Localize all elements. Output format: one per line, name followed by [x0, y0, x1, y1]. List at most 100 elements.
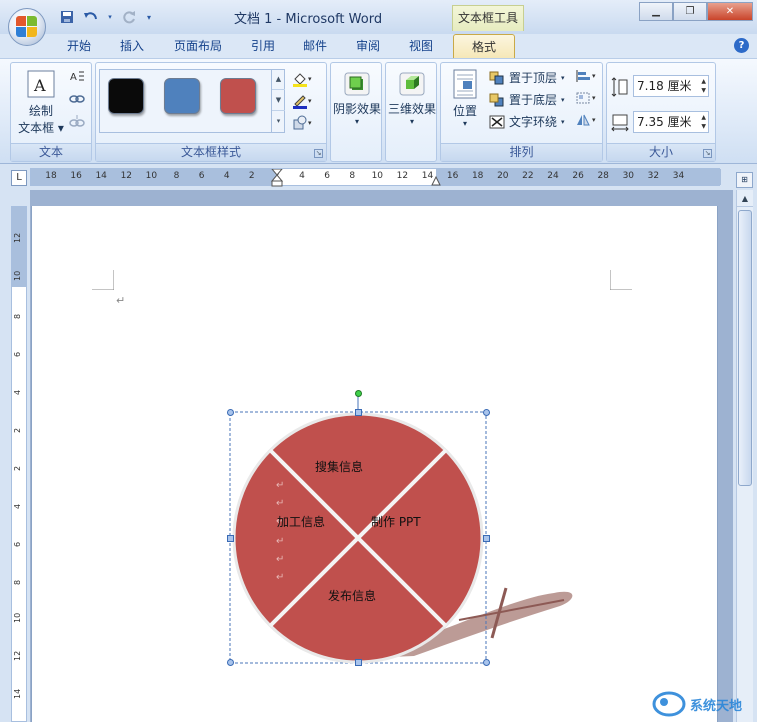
shape-height-value: 7.18 厘米	[637, 79, 692, 93]
undo-icon[interactable]	[82, 8, 100, 26]
svg-text:▾: ▾	[592, 72, 596, 80]
gallery-down-icon[interactable]: ▼	[272, 90, 285, 111]
vertical-scrollbar[interactable]: ▲	[736, 190, 753, 722]
textbox-styles-launcher-icon[interactable]: ↘	[314, 149, 323, 158]
textbox-styles-group: ▲ ▼ ▾ ▾ ▾ ▾ 文本框样式 ↘	[95, 62, 327, 162]
diagram-label-bottom[interactable]: 发布信息	[328, 587, 376, 604]
diagram-label-left[interactable]: 加工信息	[277, 513, 325, 530]
ruler-tick-label: 10	[145, 171, 158, 181]
3d-effects-group: 三维效果 ▾	[385, 62, 437, 162]
indent-marker-icon[interactable]	[271, 169, 283, 187]
shadow-effects-dropdown-icon: ▾	[354, 117, 359, 126]
position-button[interactable]: 位置 ▾	[445, 69, 485, 128]
shape-fill-button[interactable]: ▾	[292, 71, 314, 87]
group-button[interactable]: ▾	[575, 91, 599, 105]
3d-effects-button[interactable]: 三维效果 ▾	[386, 71, 438, 126]
undo-dropdown-icon[interactable]: ▾	[106, 8, 114, 26]
style-swatch-blue[interactable]	[164, 78, 200, 114]
shadow-effects-button[interactable]: 阴影效果 ▾	[331, 71, 383, 126]
tab-review[interactable]: 审阅	[356, 37, 380, 54]
ruler-tick-label: 28	[597, 171, 609, 181]
rotate-button[interactable]: ▾	[575, 113, 599, 127]
arrange-group-label: 排列	[441, 143, 602, 161]
size-launcher-icon[interactable]: ↘	[703, 149, 712, 158]
vertical-ruler[interactable]: 12 10 8 6 4 2 2 4 6 8 10 12 14	[11, 206, 27, 722]
size-group: 7.18 厘米 ▲ ▼ 7.35 厘米 ▲ ▼ 大小 ↘	[606, 62, 716, 162]
create-link-button[interactable]	[69, 93, 85, 105]
resize-handle-bottom-right[interactable]	[483, 659, 490, 666]
height-spinner-icon[interactable]: ▲ ▼	[701, 77, 706, 95]
textbox-tools-title: 文本框工具	[452, 5, 524, 31]
tab-home[interactable]: 开始	[67, 37, 91, 54]
help-icon[interactable]: ?	[734, 38, 749, 53]
diagram-paragraph-mark-5: ↵	[276, 554, 284, 565]
bring-to-front-button[interactable]: 置于顶层 ▾	[489, 69, 565, 86]
save-icon[interactable]	[58, 8, 76, 26]
scroll-up-icon[interactable]: ▲	[737, 190, 753, 207]
resize-handle-top[interactable]	[355, 409, 362, 416]
ruler-tick-label: 6	[198, 171, 205, 181]
close-icon: ✕	[725, 6, 735, 17]
3d-effects-label: 三维效果	[387, 102, 436, 116]
align-button[interactable]: ▾	[575, 69, 599, 83]
tab-page-layout[interactable]: 页面布局	[174, 37, 222, 54]
text-wrap-button[interactable]: 文字环绕 ▾	[489, 113, 565, 130]
vertical-ruler-tick-label: 6	[13, 541, 22, 547]
shadow-effects-icon	[344, 72, 370, 96]
diagram-label-right[interactable]: 制作 PPT	[371, 513, 421, 530]
gallery-up-icon[interactable]: ▲	[272, 69, 285, 90]
textbox-styles-group-label: 文本框样式	[96, 143, 326, 161]
office-button[interactable]	[8, 8, 46, 46]
minimize-icon: ▁	[652, 6, 660, 17]
position-label: 位置	[452, 104, 477, 118]
tab-mailings[interactable]: 邮件	[303, 37, 327, 54]
resize-handle-bottom-left[interactable]	[227, 659, 234, 666]
send-to-back-button[interactable]: 置于底层 ▾	[489, 91, 565, 108]
diagram-label-top[interactable]: 搜集信息	[315, 458, 363, 475]
shape-width-input[interactable]: 7.35 厘米 ▲ ▼	[633, 111, 709, 133]
watermark-logo-icon	[652, 691, 686, 717]
send-to-back-dropdown-icon: ▾	[561, 95, 565, 104]
vertical-ruler-tick-label: 2	[13, 427, 22, 433]
vertical-ruler-tick-label: 14	[13, 688, 22, 699]
resize-handle-right[interactable]	[483, 535, 490, 542]
tab-format[interactable]: 格式	[453, 34, 516, 59]
change-shape-button[interactable]: ▾	[292, 115, 314, 131]
right-indent-marker-icon[interactable]	[431, 174, 441, 186]
resize-handle-top-left[interactable]	[227, 409, 234, 416]
vertical-ruler-tick-label: 6	[13, 351, 22, 357]
tab-view[interactable]: 视图	[409, 37, 433, 54]
shape-outline-button[interactable]: ▾	[292, 93, 314, 109]
resize-handle-left[interactable]	[227, 535, 234, 542]
ruler-tick-label: 8	[349, 171, 356, 181]
minimize-button[interactable]: ▁	[639, 2, 673, 21]
style-swatch-black[interactable]	[108, 78, 144, 114]
svg-text:A: A	[33, 76, 46, 95]
draw-textbox-button[interactable]: A 绘制 文本框 ▾	[15, 69, 67, 136]
shadow-effects-group: 阴影效果 ▾	[330, 62, 382, 162]
customize-qat-icon[interactable]: ▾	[144, 8, 154, 26]
resize-handle-bottom[interactable]	[355, 659, 362, 666]
tab-references[interactable]: 引用	[251, 37, 275, 54]
style-swatch-red[interactable]	[220, 78, 256, 114]
svg-text:A: A	[70, 72, 77, 83]
resize-handle-top-right[interactable]	[483, 409, 490, 416]
scrollbar-thumb[interactable]	[738, 210, 752, 486]
width-spinner-icon[interactable]: ▲ ▼	[701, 113, 706, 131]
close-button[interactable]: ✕	[707, 2, 753, 21]
break-link-button[interactable]	[69, 115, 85, 129]
rotate-icon: ▾	[577, 114, 596, 126]
redo-icon[interactable]	[120, 8, 138, 26]
ribbon-tabs: 开始 插入 页面布局 引用 邮件 审阅 视图 格式 ?	[0, 34, 757, 59]
gallery-more-icon[interactable]: ▾	[272, 111, 285, 132]
restore-button[interactable]: ❐	[673, 2, 707, 21]
shape-height-input[interactable]: 7.18 厘米 ▲ ▼	[633, 75, 709, 97]
horizontal-ruler[interactable]: 1816141210864224681012141618202224262830…	[30, 168, 721, 187]
text-direction-button[interactable]: A	[69, 69, 85, 85]
text-wrap-dropdown-icon: ▾	[561, 117, 565, 126]
view-ruler-toggle-icon[interactable]: ⊞	[736, 172, 753, 188]
tab-stop-selector[interactable]: L	[11, 170, 27, 186]
rotation-handle[interactable]	[355, 390, 362, 397]
tab-insert[interactable]: 插入	[120, 37, 144, 54]
shadow-effects-label: 阴影效果	[332, 102, 381, 116]
